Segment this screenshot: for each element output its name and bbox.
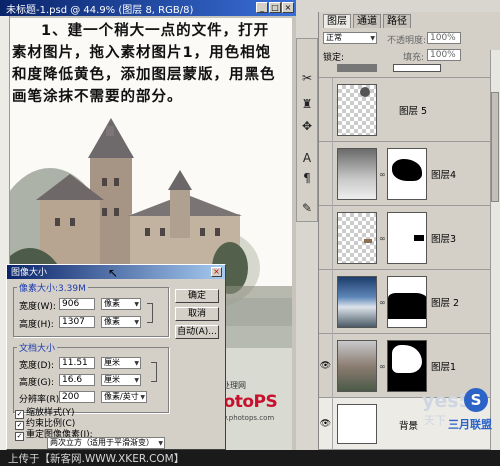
layer-row-2[interactable]: ∞ 图层 2 — [319, 270, 491, 334]
watermark-side: 三月联盟 — [448, 418, 492, 431]
pixel-height-unit[interactable]: 像素 — [101, 316, 141, 328]
resample-method-select[interactable]: 两次立方（适用于平滑渐变） — [47, 437, 165, 449]
dialog-title: 图像大小 — [11, 268, 48, 278]
lock-label: 锁定: — [323, 53, 345, 63]
image-size-dialog: 图像大小 × 像素大小:3.39M 宽度(W): 906 像素 高度(H): 1… — [6, 264, 226, 450]
watermark-badge: S — [464, 388, 488, 412]
doc-link-bracket — [151, 362, 157, 382]
layer-thumbnail — [337, 212, 377, 264]
layer-name: 图层 5 — [399, 106, 428, 117]
pixel-dimensions-label: 像素大小:3.39M — [17, 281, 88, 294]
tab-layers[interactable]: 图层 — [323, 14, 351, 28]
opacity-input[interactable]: 100% — [427, 32, 461, 44]
opacity-label: 不透明度: — [387, 36, 427, 46]
site-watermark: yes5 天下 S 三月联盟 — [420, 374, 500, 448]
upload-banner-text: 上传于【新客网.WWW.XKER.COM】 — [8, 453, 185, 465]
visibility-toggle[interactable] — [319, 142, 333, 206]
instruction-text: 1、建一个稍大一点的文件，打开素材图片，拖入素材图片1，用色相饱和度降低黄色，添… — [12, 23, 276, 105]
doc-height-input[interactable]: 16.6 — [59, 374, 95, 386]
pixel-height-label: 高度(H): — [19, 320, 54, 330]
layer-row-3[interactable]: ∞ 图层3 — [319, 206, 491, 270]
watermark-sub: 天下 — [424, 414, 446, 427]
auto-button[interactable]: 自动(A)... — [175, 325, 219, 339]
chain-link-icon: ∞ — [379, 298, 386, 307]
upload-banner: 上传于【新客网.WWW.XKER.COM】 — [0, 450, 500, 466]
ok-button[interactable]: 确定 — [175, 289, 219, 303]
tab-channels[interactable]: 通道 — [353, 14, 381, 28]
resolution-label: 分辨率(R): — [19, 395, 63, 405]
tools-strip: ✂ ♜ ✥ A ¶ ✎ — [296, 38, 318, 222]
layer-mask-thumbnail — [387, 276, 427, 328]
layer-mask-thumbnail — [387, 148, 427, 200]
layer-thumbnail — [337, 404, 377, 444]
type-icon[interactable]: A — [298, 149, 316, 167]
layer-name: 图层 2 — [431, 298, 460, 309]
visibility-toggle[interactable] — [319, 270, 333, 334]
blend-mode-select[interactable]: 正常 — [323, 32, 377, 44]
doc-height-label: 高度(G): — [19, 378, 55, 388]
layers-scrollbar-thumb[interactable] — [491, 92, 499, 202]
doc-width-unit[interactable]: 厘米 — [101, 357, 141, 369]
pixel-width-input[interactable]: 906 — [59, 298, 95, 310]
pixel-link-bracket — [147, 303, 153, 323]
visibility-toggle[interactable]: 👁 — [319, 334, 333, 398]
resolution-input[interactable]: 200 — [59, 391, 95, 403]
visibility-toggle[interactable] — [319, 78, 333, 142]
layer-thumbnail — [337, 84, 377, 136]
document-title: 未标题-1.psd @ 44.9% (图层 8, RGB/8) — [6, 5, 194, 16]
fill-input[interactable]: 100% — [427, 49, 461, 61]
doc-width-input[interactable]: 11.51 — [59, 357, 95, 369]
layer-row-5[interactable]: 图层 5 — [319, 78, 491, 142]
fill-label: 填充: — [403, 53, 425, 63]
cursor-icon: ↖ — [108, 266, 119, 280]
layer-name: 图层4 — [431, 170, 457, 181]
document-titlebar[interactable]: 未标题-1.psd @ 44.9% (图层 8, RGB/8) — [0, 0, 296, 16]
pixel-width-label: 宽度(W): — [19, 302, 56, 312]
layer-mask-partial — [393, 64, 441, 72]
layer-thumbnail — [337, 276, 377, 328]
brush-icon[interactable]: ✎ — [298, 199, 316, 217]
stamp-icon[interactable]: ♜ — [298, 95, 316, 113]
paragraph-icon[interactable]: ¶ — [298, 169, 316, 187]
layer-row-4[interactable]: ∞ 图层4 — [319, 142, 491, 206]
scissors-icon[interactable]: ✂ — [298, 69, 316, 87]
pixel-height-input[interactable]: 1307 — [59, 316, 95, 328]
close-button[interactable]: × — [282, 2, 294, 13]
layer-name: 背景 — [399, 421, 419, 432]
resolution-unit[interactable]: 像素/英寸 — [101, 391, 147, 403]
chain-link-icon: ∞ — [379, 234, 386, 243]
layer-name: 图层1 — [431, 362, 457, 373]
move-icon[interactable]: ✥ — [298, 117, 316, 135]
visibility-toggle[interactable]: 👁 — [319, 398, 333, 450]
pixel-width-unit[interactable]: 像素 — [101, 298, 141, 310]
document-size-label: 文档大小 — [17, 341, 58, 354]
layer-name: 图层3 — [431, 234, 457, 245]
doc-width-label: 宽度(D): — [19, 361, 54, 371]
tab-paths[interactable]: 路径 — [383, 14, 411, 28]
layer-thumb-partial — [337, 64, 377, 72]
doc-height-unit[interactable]: 厘米 — [101, 374, 141, 386]
layer-row-partial[interactable] — [319, 64, 491, 78]
layer-mask-thumbnail — [387, 212, 427, 264]
chain-link-icon: ∞ — [379, 170, 386, 179]
minimize-button[interactable]: _ — [256, 2, 268, 13]
chain-link-icon: ∞ — [379, 362, 386, 371]
dialog-close-button[interactable]: × — [211, 267, 222, 277]
cancel-button[interactable]: 取消 — [175, 307, 219, 321]
maximize-button[interactable]: □ — [269, 2, 281, 13]
visibility-toggle[interactable] — [319, 206, 333, 270]
layer-thumbnail — [337, 148, 377, 200]
layer-thumbnail — [337, 340, 377, 392]
